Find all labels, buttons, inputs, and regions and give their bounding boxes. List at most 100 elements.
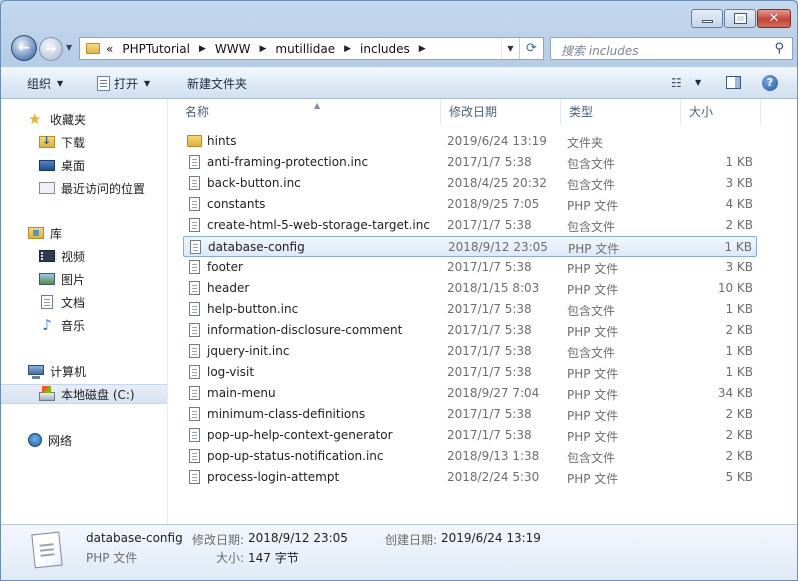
file-icon [189,260,200,274]
sidebar-header-favorites[interactable]: ★ 收藏夹 [1,109,167,129]
table-row[interactable]: information-disclosure-comment 2017/1/7 5… [183,320,757,341]
sidebar-item-videos[interactable]: 视频 [1,246,167,266]
sidebar-item-pictures[interactable]: 图片 [1,269,167,289]
refresh-icon[interactable]: ⟳ [519,38,543,59]
sidebar-item-music[interactable]: ♪ 音乐 [1,315,167,335]
back-button[interactable]: ← [11,35,37,61]
sidebar-header-libraries[interactable]: 库 [1,223,167,243]
table-row[interactable]: hints 2019/6/24 13:19 文件夹 [183,131,757,152]
file-date: 2017/1/7 5:38 [447,155,532,169]
breadcrumb-mutillidae[interactable]: mutillidae [275,42,335,56]
close-button[interactable]: ✕ [757,9,791,28]
file-icon [189,218,200,232]
file-name: help-button.inc [207,302,299,316]
navigation-pane[interactable]: ★ 收藏夹 下载 桌面 最近访问的位置 库 视频 [1,99,168,524]
sidebar-item-downloads[interactable]: 下载 [1,132,167,152]
column-label: 大小 [689,105,714,119]
table-row[interactable]: pop-up-status-notification.inc 2018/9/13 … [183,446,757,467]
sidebar-label: 网络 [48,433,73,448]
view-options-dropdown[interactable]: ▼ [695,78,701,87]
search-icon[interactable]: ⚲ [774,41,784,56]
column-header-date[interactable]: 修改日期 [441,99,561,125]
table-row[interactable]: log-visit 2017/1/7 5:38 PHP 文件 1 KB [183,362,757,383]
file-type: PHP 文件 [567,283,619,297]
search-box[interactable]: 搜索 includes ⚲ [550,37,793,60]
file-icon [189,281,200,295]
file-size: 1 KB [724,240,752,254]
sidebar-item-recent-places[interactable]: 最近访问的位置 [1,178,167,198]
table-row[interactable]: minimum-class-definitions 2017/1/7 5:38 PH… [183,404,757,425]
column-header-name[interactable]: 名称 ▲ [177,99,441,125]
breadcrumb-includes[interactable]: includes [360,42,410,56]
recent-pages-dropdown[interactable]: ▼ [66,43,72,52]
caption-buttons: ✕ [690,9,791,28]
search-input[interactable]: 搜索 includes [561,42,639,59]
help-icon[interactable]: ? [762,75,778,91]
new-folder-button[interactable]: 新建文件夹 [187,75,247,92]
file-name: main-menu [207,386,276,400]
change-view-icon[interactable]: ☷ [671,76,682,90]
table-row[interactable]: jquery-init.inc 2017/1/7 5:38 包含文件 1 KB [183,341,757,362]
close-icon: ✕ [768,11,780,26]
file-date: 2017/1/7 5:38 [447,428,532,442]
table-row[interactable]: process-login-attempt 2018/2/24 5:30 PHP 文… [183,467,757,488]
table-row[interactable]: database-config 2018/9/12 23:05 PHP 文件 1 KB [183,236,757,257]
file-size: 1 KB [725,365,753,379]
file-icon [189,323,200,337]
address-history-dropdown[interactable]: ▼ [501,38,519,59]
open-button[interactable]: 打开 ▼ [97,75,150,92]
table-row[interactable]: header 2018/1/15 8:03 PHP 文件 10 KB [183,278,757,299]
sidebar-header-computer[interactable]: 计算机 [1,361,167,381]
sidebar-item-documents[interactable]: 文档 [1,292,167,312]
chevron-right-icon[interactable]: ▶ [199,44,206,54]
file-size: 2 KB [725,428,753,442]
breadcrumb-overflow[interactable]: « [106,42,113,56]
sidebar-item-desktop[interactable]: 桌面 [1,155,167,175]
table-row[interactable]: pop-up-help-context-generator 2017/1/7 5:… [183,425,757,446]
file-icon [190,240,201,254]
file-date: 2017/1/7 5:38 [447,365,532,379]
sidebar-item-local-disk-c[interactable]: 本地磁盘 (C:) [1,384,167,404]
table-row[interactable]: main-menu 2018/9/27 7:04 PHP 文件 34 KB [183,383,757,404]
file-type: PHP 文件 [567,388,619,402]
downloads-folder-icon [39,134,55,148]
file-name: minimum-class-definitions [207,407,366,421]
file-size: 10 KB [717,281,753,295]
explorer-window: ✕ ← → ▼ « PHPTutorial ▶ WWW ▶ mutillidae… [0,0,798,581]
file-name: jquery-init.inc [207,344,290,358]
maximize-button[interactable] [724,9,756,28]
organize-button[interactable]: 组织 ▼ [27,75,63,92]
breadcrumb-www[interactable]: WWW [215,42,251,56]
details-file-type: PHP 文件 [86,551,138,565]
file-type: 包含文件 [567,220,616,234]
file-list[interactable]: 名称 ▲ 修改日期 类型 大小 hints 2019/6/24 13:19 文件夹 a… [169,99,797,524]
details-file-name: database-config [86,531,183,545]
computer-icon [28,364,44,379]
file-icon [189,428,200,442]
forward-button[interactable]: → [39,37,63,61]
address-bar[interactable]: « PHPTutorial ▶ WWW ▶ mutillidae ▶ inclu… [79,37,544,60]
star-icon: ★ [28,110,42,128]
chevron-right-icon[interactable]: ▶ [419,44,426,54]
table-row[interactable]: anti-framing-protection.inc 2017/1/7 5:38… [183,152,757,173]
sidebar-label: 最近访问的位置 [61,181,146,196]
chevron-right-icon[interactable]: ▶ [344,44,351,54]
breadcrumb-phptutorial[interactable]: PHPTutorial [122,42,190,56]
table-row[interactable]: help-button.inc 2017/1/7 5:38 包含文件 1 KB [183,299,757,320]
table-row[interactable]: back-button.inc 2018/4/25 20:32 包含文件 3 KB [183,173,757,194]
minimize-button[interactable] [691,9,723,28]
sidebar-label: 桌面 [61,158,86,173]
table-row[interactable]: create-html-5-web-storage-target.inc 2017… [183,215,757,236]
sidebar-label: 计算机 [50,364,87,379]
sidebar-header-network[interactable]: 网络 [1,430,167,450]
table-row[interactable]: constants 2018/9/25 7:05 PHP 文件 4 KB [183,194,757,215]
table-row[interactable]: footer 2017/1/7 5:38 PHP 文件 3 KB [183,257,757,278]
column-header-size[interactable]: 大小 [681,99,761,125]
preview-pane-icon[interactable] [726,76,741,89]
file-size: 5 KB [725,470,753,484]
network-icon [28,433,42,447]
column-header-type[interactable]: 类型 [561,99,681,125]
file-type: PHP 文件 [567,262,619,276]
file-name: database-config [208,240,305,254]
chevron-right-icon[interactable]: ▶ [260,44,267,54]
